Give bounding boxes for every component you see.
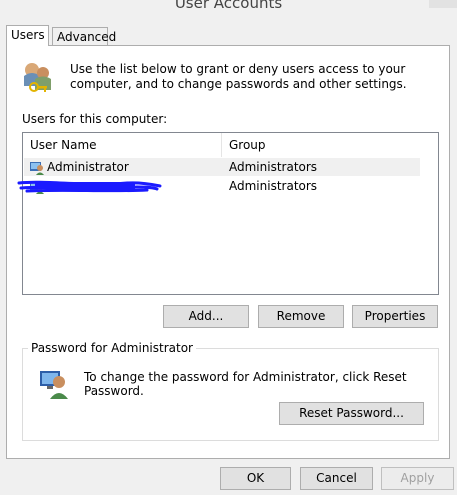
redaction-scribble bbox=[17, 180, 162, 193]
intro-text: Use the list below to grant or deny user… bbox=[70, 62, 407, 91]
user-icon bbox=[30, 162, 44, 175]
close-button[interactable] bbox=[429, 0, 457, 8]
ok-button[interactable]: OK bbox=[220, 467, 291, 490]
column-header-user-name[interactable]: User Name bbox=[23, 133, 222, 157]
column-header-group[interactable]: Group bbox=[222, 133, 438, 157]
user-name-cell: Administrator bbox=[47, 160, 129, 174]
password-user-icon bbox=[40, 371, 68, 399]
group-cell: Administrators bbox=[229, 179, 318, 193]
password-instructions: To change the password for Administrator… bbox=[84, 370, 407, 398]
tab-users[interactable]: Users bbox=[6, 25, 49, 46]
apply-button[interactable]: Apply bbox=[381, 467, 454, 490]
window-title: User Accounts bbox=[174, 0, 283, 12]
tab-advanced[interactable]: Advanced bbox=[52, 27, 116, 46]
reset-password-button[interactable]: Reset Password... bbox=[279, 402, 424, 425]
remove-button[interactable]: Remove bbox=[258, 305, 344, 328]
table-row[interactable]: Administrator Administrators bbox=[24, 158, 420, 176]
users-icon bbox=[24, 63, 51, 92]
properties-button[interactable]: Properties bbox=[352, 305, 438, 328]
cancel-button[interactable]: Cancel bbox=[300, 467, 373, 490]
add-button[interactable]: Add... bbox=[163, 305, 249, 328]
users-list-label: Users for this computer: bbox=[22, 112, 168, 126]
group-cell: Administrators bbox=[229, 160, 318, 174]
users-list[interactable]: User Name Group Administrator Administra… bbox=[22, 132, 439, 295]
password-group-label: Password for Administrator bbox=[28, 341, 196, 355]
